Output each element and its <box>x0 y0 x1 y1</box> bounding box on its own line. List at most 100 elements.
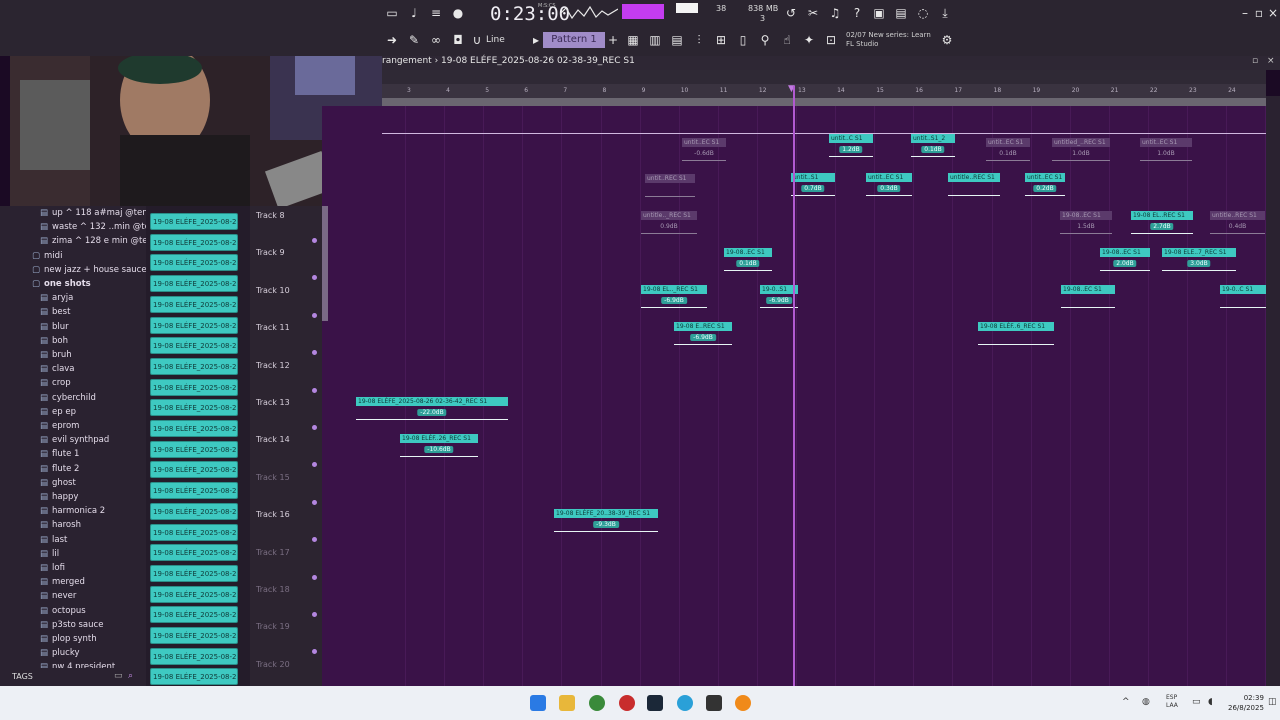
track-mute-dot[interactable] <box>312 574 317 580</box>
piano-roll-icon[interactable]: ▥ <box>646 31 664 49</box>
browser-item[interactable]: ▤ last <box>40 535 67 545</box>
clip-gain-label[interactable]: -9.3dB <box>593 521 619 528</box>
language-indicator[interactable]: ESP LAA <box>1166 694 1178 710</box>
audio-clip[interactable]: 19-08 ELÉF..26_REC S1 -10.6dB <box>400 434 478 472</box>
playlist-maximize-icon[interactable]: ▫ <box>1252 56 1258 66</box>
track-mute-dot[interactable] <box>312 312 317 318</box>
audio-clip[interactable]: 19-08 ELÉF..6_REC S1 <box>978 322 1054 360</box>
channel-button[interactable]: 19-08 ELÉFE_2025-08-2.. <box>150 399 238 417</box>
browser-item[interactable]: ▤ lofi <box>40 563 65 573</box>
browser-item[interactable]: ▤ plop synth <box>40 634 97 644</box>
clip-gain-label[interactable]: 2.0dB <box>1113 260 1137 267</box>
window-icon[interactable]: ▭ <box>383 4 401 22</box>
browser-item[interactable]: ▤ flute 1 <box>40 449 79 459</box>
clip-gain-label[interactable]: -6.9dB <box>766 297 792 304</box>
clip-header[interactable]: 19-08 EL.._REC S1 <box>641 285 707 294</box>
browser-item[interactable]: ▢ midi <box>32 251 62 261</box>
audio-clip[interactable]: untit..EC S1 -0.6dB <box>682 138 726 176</box>
track-mute-dot[interactable] <box>312 499 317 505</box>
tags-label[interactable]: TAGS <box>12 672 33 681</box>
browser-item[interactable]: ▤ aryja <box>40 293 73 303</box>
audio-clip[interactable]: untitled_..REC S1 1.0dB <box>1052 138 1110 176</box>
draw-tool-icon[interactable]: ✎ <box>405 31 423 49</box>
track-label[interactable]: Track 20 <box>256 660 290 669</box>
track-label[interactable]: Track 15 <box>256 473 290 482</box>
file-explorer-icon[interactable] <box>559 695 575 711</box>
clip-header[interactable]: untitled_..REC S1 <box>1052 138 1110 147</box>
audio-clip[interactable]: 19-08..EC S1 1.5dB <box>1060 211 1112 249</box>
metronome-icon[interactable]: ♩ <box>405 4 423 22</box>
clip-header[interactable]: untit..EC S1 <box>682 138 726 147</box>
start-icon[interactable] <box>530 695 546 711</box>
track-mute-dot[interactable] <box>312 612 317 617</box>
cut-icon[interactable]: ✂ <box>804 4 822 22</box>
help-icon[interactable]: ? <box>848 4 866 22</box>
news-panel[interactable]: 02/07 New series: Learn FL Studio <box>846 31 931 49</box>
pattern-selector[interactable]: Pattern 1 <box>543 32 605 48</box>
channel-button[interactable]: 19-08 ELÉFE_2025-08-2.. <box>150 213 238 230</box>
clip-gain-label[interactable]: -6.9dB <box>690 334 716 341</box>
clip-header[interactable]: untit..S1_2 <box>911 134 955 143</box>
clip-gain-label[interactable]: 0.1dB <box>921 146 945 153</box>
channel-rack-icon[interactable]: ▤ <box>668 31 686 49</box>
browser-item[interactable]: ▤ happy <box>40 492 78 502</box>
undo-icon[interactable]: ↺ <box>782 4 800 22</box>
app-blue-icon[interactable] <box>677 695 693 711</box>
clip-header[interactable]: untitle.._REC S1 <box>641 211 697 220</box>
browser-item[interactable]: ▤ zima ^ 128 e min @tengo <box>40 236 164 246</box>
clip-header[interactable]: 19-08 E..REC S1 <box>674 322 732 331</box>
browser-item[interactable]: ▤ up ^ 118 a#maj @tengo <box>40 208 158 218</box>
track-label[interactable]: Track 9 <box>256 248 285 257</box>
steam-icon[interactable] <box>647 695 663 711</box>
browser-item[interactable]: ▤ clava <box>40 364 75 374</box>
channel-button[interactable]: 19-08 ELÉFE_2025-08-2.. <box>150 523 238 541</box>
system-clock[interactable]: 02:39 26/8/2025 <box>1228 693 1264 713</box>
chat-icon[interactable]: ◌ <box>914 4 932 22</box>
clip-gain-label[interactable]: 1.0dB <box>1069 150 1092 157</box>
audio-clip[interactable]: untit..S1 0.7dB <box>791 173 835 211</box>
channel-button[interactable]: 19-08 ELÉFE_2025-08-2.. <box>150 316 238 334</box>
clip-header[interactable]: 19-08 ELÉFE_2025-08-26 02-36-42_REC S1 <box>356 397 508 406</box>
channel-button[interactable]: 19-08 ELÉFE_2025-08-2.. <box>150 627 238 644</box>
track-mute-dot[interactable] <box>312 387 317 393</box>
clip-gain-label[interactable]: 2.7dB <box>1150 223 1174 230</box>
browser-item[interactable]: ▤ flute 2 <box>40 464 79 474</box>
track-label[interactable]: Track 19 <box>256 622 290 631</box>
track-mute-dot[interactable] <box>312 425 317 430</box>
track-label[interactable]: Track 8 <box>256 211 285 220</box>
record-mode-icon[interactable]: ● <box>449 4 467 22</box>
search-icon[interactable]: ⌕ <box>128 671 133 681</box>
track-label[interactable]: Track 13 <box>256 398 290 407</box>
channel-button[interactable]: 19-08 ELÉFE_2025-08-2.. <box>150 357 238 375</box>
audio-clip[interactable]: untitle..REC S1 <box>948 173 1000 211</box>
clip-gain-label[interactable]: -0.6dB <box>691 150 717 157</box>
browser-item[interactable]: ▤ eprom <box>40 421 79 431</box>
browser-item[interactable]: ▤ p3sto sauce <box>40 620 103 630</box>
audio-clip[interactable]: untitle..REC S1 0.4dB <box>1210 211 1265 249</box>
mixer-icon[interactable]: ⫶ <box>690 31 708 49</box>
vertical-scrollbar[interactable] <box>1266 96 1280 686</box>
channel-button[interactable]: 19-08 ELÉFE_2025-08-2.. <box>150 668 238 686</box>
clip-gain-label[interactable]: 0.1dB <box>996 150 1019 157</box>
channel-button[interactable]: 19-08 ELÉFE_2025-08-2.. <box>150 295 238 313</box>
clip-gain-label[interactable]: 0.9dB <box>657 223 680 230</box>
clip-header[interactable]: 19-08 ELÉF..6_REC S1 <box>978 322 1054 331</box>
track-label[interactable]: Track 16 <box>256 510 290 519</box>
track-label[interactable]: Track 12 <box>256 361 290 370</box>
track-label[interactable]: Track 14 <box>256 435 290 444</box>
clip-gain-label[interactable]: 3.0dB <box>1187 260 1211 267</box>
channel-button[interactable]: 19-08 ELÉFE_2025-08-2.. <box>150 544 238 562</box>
track-scroll-thumb[interactable] <box>322 206 328 321</box>
clip-header[interactable]: untit..C S1 <box>829 134 873 143</box>
clip-header[interactable]: 19-08 EL..REC S1 <box>1131 211 1193 220</box>
audio-clip[interactable]: untit..EC S1 0.3dB <box>866 173 912 211</box>
audio-clip[interactable]: untit..C S1 1.2dB <box>829 134 873 172</box>
browser-item[interactable]: ▢ one shots <box>32 279 91 289</box>
song-time-display[interactable]: 0:23:00 <box>490 3 570 25</box>
track-label[interactable]: Track 18 <box>256 585 290 594</box>
audio-clip[interactable]: 19-08 ELE..7_REC S1 3.0dB <box>1162 248 1236 286</box>
browser-item[interactable]: ▤ best <box>40 307 70 317</box>
audio-clip[interactable]: 19-08 ELÉFE_2025-08-26 02-36-42_REC S1 -2… <box>356 397 508 435</box>
channel-button[interactable]: 19-08 ELÉFE_2025-08-2.. <box>150 337 238 355</box>
audio-clip[interactable]: 19-08 ELÉFE_20..38-39_REC S1 -9.3dB <box>554 509 658 547</box>
